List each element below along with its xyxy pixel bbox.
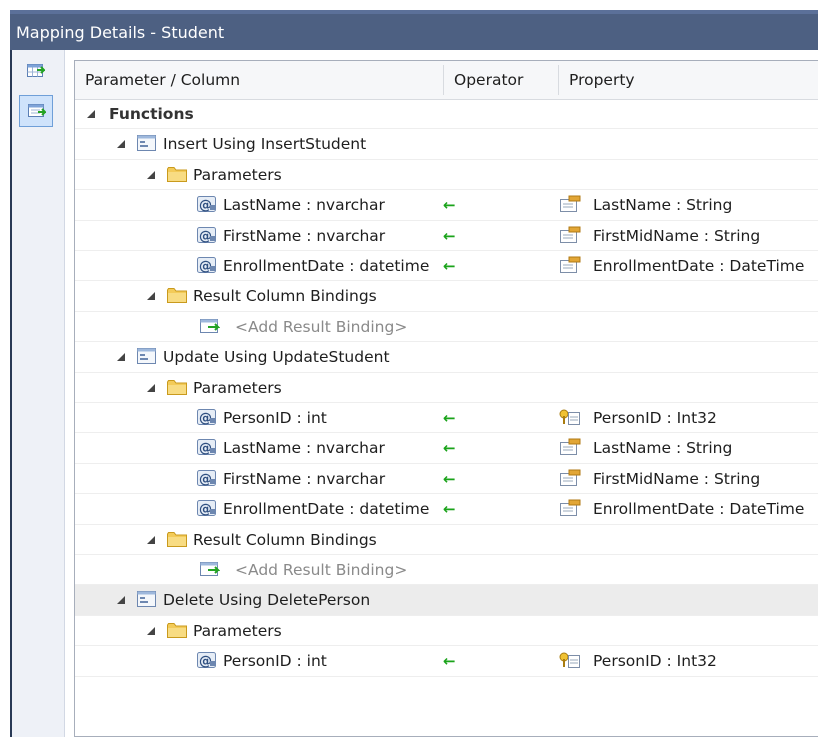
folder-row[interactable]: Result Column Bindings xyxy=(75,525,818,555)
functions-label: Functions xyxy=(109,105,194,123)
property-icon xyxy=(559,256,581,278)
folder-row[interactable]: Parameters xyxy=(75,616,818,647)
folder-label: Parameters xyxy=(193,165,282,184)
property-icon xyxy=(559,469,581,491)
function-mapping-icon xyxy=(28,104,46,117)
param-row[interactable]: @ FirstName : nvarchar ← FirstMidName : Str… xyxy=(75,464,818,495)
param-label: FirstName : nvarchar xyxy=(223,226,386,245)
param-row[interactable]: @ EnrollmentDate : datetime ← EnrollmentDat… xyxy=(75,251,818,282)
mapping-details-window: Mapping Details - Student Parameter / Co… xyxy=(10,10,818,737)
param-row[interactable]: @ LastName : nvarchar ← LastName : String xyxy=(75,190,818,221)
grid-header: Parameter / Column Operator Property xyxy=(75,61,818,100)
param-label: PersonID : int xyxy=(223,652,327,671)
window-title: Mapping Details - Student xyxy=(16,23,225,42)
folder-label: Result Column Bindings xyxy=(193,287,377,306)
folder-row[interactable]: Parameters xyxy=(75,160,818,191)
param-row[interactable]: @ PersonID : int ← PersonID : Int32 xyxy=(75,646,818,677)
function-row[interactable]: Delete Using DeletePerson xyxy=(75,585,818,616)
add-row[interactable]: <Add Result Binding> xyxy=(75,555,818,586)
param-label: LastName : nvarchar xyxy=(223,439,385,458)
property-label[interactable]: LastName : String xyxy=(593,196,732,214)
arrow-left-icon: ← xyxy=(443,257,456,275)
parameter-cell: Parameters xyxy=(75,160,818,190)
root-row[interactable]: Functions xyxy=(75,99,818,130)
key-property-icon xyxy=(559,408,581,430)
parameter-cell: Delete Using DeletePerson xyxy=(75,585,818,615)
param-label: EnrollmentDate : datetime xyxy=(223,257,430,275)
mapping-grid: Parameter / Column Operator Property Fun… xyxy=(74,60,818,737)
arrow-left-icon: ← xyxy=(443,409,456,427)
add-result-binding[interactable]: <Add Result Binding> xyxy=(235,561,407,579)
arrow-left-icon: ← xyxy=(443,652,456,671)
param-label: LastName : nvarchar xyxy=(223,196,385,215)
parameter-cell: FirstName : nvarchar xyxy=(75,221,443,251)
parameter-cell: PersonID : int xyxy=(75,646,443,676)
column-header-parameter[interactable]: Parameter / Column xyxy=(75,61,443,99)
parameter-cell: PersonID : int xyxy=(75,403,443,433)
property-label[interactable]: FirstMidName : String xyxy=(593,470,760,488)
parameter-cell: LastName : nvarchar xyxy=(75,433,443,463)
arrow-left-icon: ← xyxy=(443,226,456,245)
property-icon xyxy=(559,226,581,248)
arrow-left-icon: ← xyxy=(443,500,456,519)
parameter-cell: Insert Using InsertStudent xyxy=(75,129,818,159)
function-row[interactable]: Insert Using InsertStudent xyxy=(75,129,818,160)
arrow-left-icon: ← xyxy=(443,196,456,215)
param-row[interactable]: @ PersonID : int ← PersonID : Int32 xyxy=(75,403,818,434)
function-label: Update Using UpdateStudent xyxy=(163,348,390,367)
folder-row[interactable]: Parameters xyxy=(75,373,818,403)
map-to-tables-button[interactable] xyxy=(19,56,53,88)
function-label: Delete Using DeletePerson xyxy=(163,591,371,610)
arrow-left-icon: ← xyxy=(443,439,456,458)
parameter-cell: EnrollmentDate : datetime xyxy=(75,251,443,281)
param-label: PersonID : int xyxy=(223,409,327,427)
add-result-binding[interactable]: <Add Result Binding> xyxy=(235,318,407,336)
property-icon xyxy=(559,438,581,460)
property-icon xyxy=(559,195,581,217)
param-row[interactable]: @ EnrollmentDate : datetime ← EnrollmentDat… xyxy=(75,494,818,525)
folder-label: Parameters xyxy=(193,378,282,397)
parameter-cell: FirstName : nvarchar xyxy=(75,464,443,494)
parameter-cell: Parameters xyxy=(75,616,818,646)
column-header-operator[interactable]: Operator xyxy=(444,61,558,99)
map-to-functions-button[interactable] xyxy=(19,95,53,127)
property-label[interactable]: EnrollmentDate : DateTime xyxy=(593,500,804,518)
column-header-property[interactable]: Property xyxy=(559,61,818,99)
property-label[interactable]: PersonID : Int32 xyxy=(593,652,717,670)
function-label: Insert Using InsertStudent xyxy=(163,135,367,154)
parameter-cell: EnrollmentDate : datetime xyxy=(75,494,443,524)
expand-triangle-icon[interactable] xyxy=(87,110,95,118)
arrow-left-icon: ← xyxy=(443,469,456,488)
add-binding-icon xyxy=(200,317,221,339)
folder-label: Parameters xyxy=(193,621,282,640)
property-label[interactable]: FirstMidName : String xyxy=(593,227,760,245)
parameter-cell: Parameters xyxy=(75,373,818,403)
parameter-cell: LastName : nvarchar xyxy=(75,190,443,220)
key-property-icon xyxy=(559,651,581,673)
property-label[interactable]: LastName : String xyxy=(593,439,732,457)
param-label: EnrollmentDate : datetime xyxy=(223,500,430,519)
folder-label: Result Column Bindings xyxy=(193,530,377,549)
parameter-cell: Result Column Bindings xyxy=(75,281,818,311)
folder-row[interactable]: Result Column Bindings xyxy=(75,281,818,312)
property-label[interactable]: EnrollmentDate : DateTime xyxy=(593,257,804,275)
title-bar[interactable]: Mapping Details - Student xyxy=(10,10,818,50)
property-icon xyxy=(559,499,581,521)
function-row[interactable]: Update Using UpdateStudent xyxy=(75,342,818,373)
property-label[interactable]: PersonID : Int32 xyxy=(593,409,717,427)
param-row[interactable]: @ FirstName : nvarchar ← FirstMidName : Str… xyxy=(75,221,818,251)
param-label: FirstName : nvarchar xyxy=(223,469,386,488)
table-mapping-icon xyxy=(27,64,45,77)
add-binding-icon xyxy=(200,560,221,582)
mapping-details-content: Parameter / Column Operator Property Fun… xyxy=(12,50,818,737)
parameter-cell: Update Using UpdateStudent xyxy=(75,342,818,372)
param-row[interactable]: @ LastName : nvarchar ← LastName : String xyxy=(75,433,818,464)
add-row[interactable]: <Add Result Binding> xyxy=(75,312,818,343)
view-switcher-strip xyxy=(12,50,65,737)
parameter-cell: Result Column Bindings xyxy=(75,525,818,555)
